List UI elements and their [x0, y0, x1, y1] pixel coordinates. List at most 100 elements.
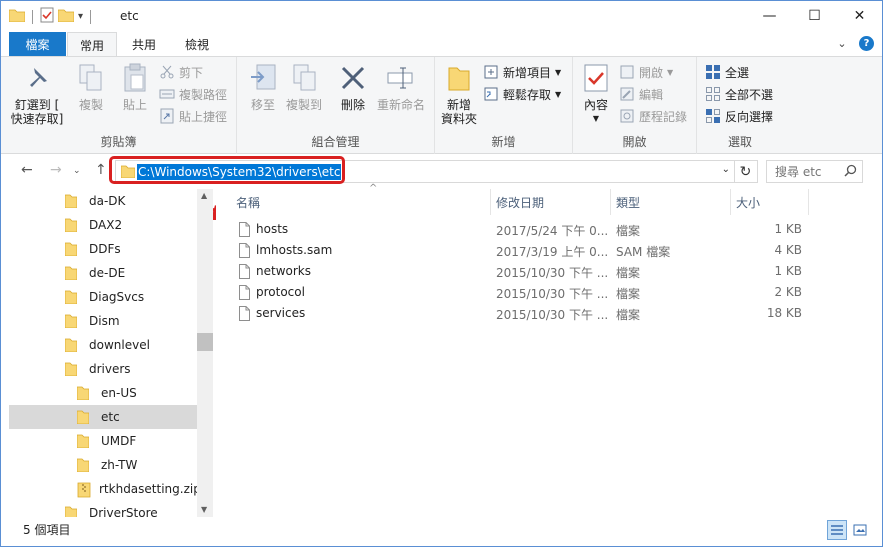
collapse-ribbon-icon[interactable]: ⌄ — [835, 36, 849, 50]
tree-item[interactable]: drivers — [9, 357, 199, 381]
tree-item-label: DriverStore — [89, 506, 158, 517]
tree-item[interactable]: DriverStore — [9, 501, 199, 517]
search-input[interactable] — [775, 162, 845, 182]
delete-label: 刪除 — [340, 98, 365, 112]
tree-item[interactable]: rtkhdasetting.zip — [9, 477, 201, 501]
tab-home[interactable]: 常用 — [67, 32, 117, 57]
scroll-up-icon[interactable]: ▲ — [201, 191, 207, 200]
tree-item[interactable]: en-US — [9, 381, 199, 405]
new-item-label: 新增項目 — [503, 65, 552, 80]
delete-button[interactable]: 刪除 — [335, 61, 371, 112]
file-row[interactable]: networks 2015/10/30 下午 ... 檔案 1 KB — [216, 261, 816, 282]
paste-button[interactable]: 貼上 — [115, 61, 155, 112]
select-none-label: 全部不選 — [725, 87, 774, 102]
qat-dropdown-icon[interactable]: ▾ — [78, 11, 83, 22]
explorer-window: ▾ etc — ☐ ✕ 檔案 常用 共用 檢視 ⌄ ? 釘選到 [ 快速存取] — [0, 0, 883, 547]
file-icon — [239, 243, 250, 261]
tree-item[interactable]: etc — [9, 405, 199, 429]
file-type: 檔案 — [616, 287, 641, 301]
properties-icon[interactable] — [40, 7, 54, 26]
recent-locations-icon[interactable]: ⌄ — [73, 166, 81, 176]
tree-item[interactable]: downlevel — [9, 333, 199, 357]
clipboard-group: 釘選到 [ 快速存取] 複製 貼上 剪下 複製路徑 貼上捷徑 剪貼簿 — [1, 57, 237, 154]
folder-icon — [76, 458, 93, 473]
file-list: 名稱 ^ 修改日期 類型 大小 hosts 2017/5/24 下午 0... 檔案… — [216, 183, 882, 517]
folder-icon — [8, 8, 26, 25]
copy-path-button[interactable]: 複製路徑 — [159, 84, 227, 104]
file-size: 1 KB — [774, 222, 802, 236]
column-size[interactable]: 大小 — [731, 189, 809, 215]
select-none-button[interactable]: 全部不選 — [705, 84, 773, 104]
file-date: 2015/10/30 下午 ... — [496, 308, 609, 322]
edit-label: 編輯 — [639, 87, 664, 102]
file-date: 2017/3/19 上午 0... — [496, 245, 609, 259]
properties-button[interactable]: 內容 ▼ — [577, 61, 615, 126]
new-folder-icon[interactable] — [57, 8, 75, 25]
search-box[interactable] — [766, 160, 863, 183]
cut-button[interactable]: 剪下 — [159, 62, 203, 82]
tree-item-label: rtkhdasetting.zip — [99, 482, 201, 496]
tree-item[interactable]: da-DK — [9, 189, 199, 213]
easy-access-button[interactable]: 輕鬆存取 ▼ — [483, 84, 561, 104]
refresh-icon[interactable]: ↻ — [734, 160, 758, 183]
column-type[interactable]: 類型 — [611, 189, 731, 215]
large-icons-view-icon[interactable] — [850, 520, 870, 540]
delete-icon — [337, 61, 369, 95]
copy-button[interactable]: 複製 — [71, 61, 111, 112]
copy-label: 複製 — [78, 98, 103, 112]
minimize-button[interactable]: — — [747, 1, 792, 31]
scroll-down-icon[interactable]: ▼ — [201, 505, 207, 514]
file-row[interactable]: protocol 2015/10/30 下午 ... 檔案 2 KB — [216, 282, 816, 303]
tree-item[interactable]: de-DE — [9, 261, 199, 285]
nav-scrollbar[interactable]: ▲ ▼ — [197, 189, 213, 517]
new-item-button[interactable]: 新增項目 ▼ — [483, 62, 561, 82]
up-arrow-icon[interactable]: ↑ — [95, 162, 107, 178]
window-title: etc — [120, 9, 139, 23]
tree-item[interactable]: Dism — [9, 309, 199, 333]
forward-arrow-icon[interactable]: → — [50, 162, 62, 178]
tab-file[interactable]: 檔案 — [9, 32, 66, 56]
tree-item[interactable]: DDFs — [9, 237, 199, 261]
help-icon[interactable]: ? — [859, 36, 874, 51]
tree-item[interactable]: DAX2 — [9, 213, 199, 237]
copy-to-button[interactable]: 複製到 — [283, 61, 325, 112]
chevron-down-icon[interactable]: ⌄ — [722, 164, 730, 175]
move-to-icon — [247, 61, 279, 95]
invert-selection-button[interactable]: 反向選擇 — [705, 106, 773, 126]
select-all-button[interactable]: 全選 — [705, 62, 749, 82]
history-button[interactable]: 歷程記錄 — [619, 106, 687, 126]
new-folder-label: 新增 資料夾 — [440, 98, 477, 126]
search-icon[interactable] — [844, 164, 857, 180]
tree-item[interactable]: DiagSvcs — [9, 285, 199, 309]
file-row[interactable]: hosts 2017/5/24 下午 0... 檔案 1 KB — [216, 219, 816, 240]
tab-share[interactable]: 共用 — [121, 32, 167, 56]
new-folder-button[interactable]: 新增 資料夾 — [439, 61, 479, 126]
sort-ascending-icon: ^ — [369, 183, 378, 194]
tree-item[interactable]: UMDF — [9, 429, 199, 453]
edit-button[interactable]: 編輯 — [619, 84, 663, 104]
pin-quick-access-button[interactable]: 釘選到 [ 快速存取] — [9, 61, 65, 126]
open-label: 開啟 — [639, 65, 664, 80]
file-size: 1 KB — [774, 264, 802, 278]
back-arrow-icon[interactable]: ← — [21, 162, 33, 178]
close-button[interactable]: ✕ — [837, 1, 882, 31]
move-to-button[interactable]: 移至 — [243, 61, 283, 112]
title-bar: ▾ etc — ☐ ✕ — [1, 1, 882, 32]
folder-icon — [64, 242, 81, 257]
column-date[interactable]: 修改日期 — [491, 189, 611, 215]
tree-item-label: zh-TW — [101, 458, 138, 472]
file-row[interactable]: lmhosts.sam 2017/3/19 上午 0... SAM 檔案 4 KB — [216, 240, 816, 261]
easy-access-label: 輕鬆存取 — [503, 87, 552, 102]
tab-view[interactable]: 檢視 — [173, 32, 221, 56]
rename-button[interactable]: 重新命名 — [375, 61, 427, 112]
details-view-icon[interactable] — [827, 520, 847, 540]
new-group: 新增 資料夾 新增項目 ▼ 輕鬆存取 ▼ 新增 — [435, 57, 573, 154]
tree-item[interactable]: zh-TW — [9, 453, 199, 477]
column-name[interactable]: 名稱 ^ — [231, 183, 491, 215]
paste-shortcut-button[interactable]: 貼上捷徑 — [159, 106, 227, 126]
maximize-button[interactable]: ☐ — [792, 1, 837, 31]
column-type-label: 類型 — [616, 195, 641, 210]
scroll-thumb[interactable] — [197, 333, 213, 351]
file-row[interactable]: services 2015/10/30 下午 ... 檔案 18 KB — [216, 303, 816, 324]
open-button[interactable]: 開啟 ▼ — [619, 62, 673, 82]
